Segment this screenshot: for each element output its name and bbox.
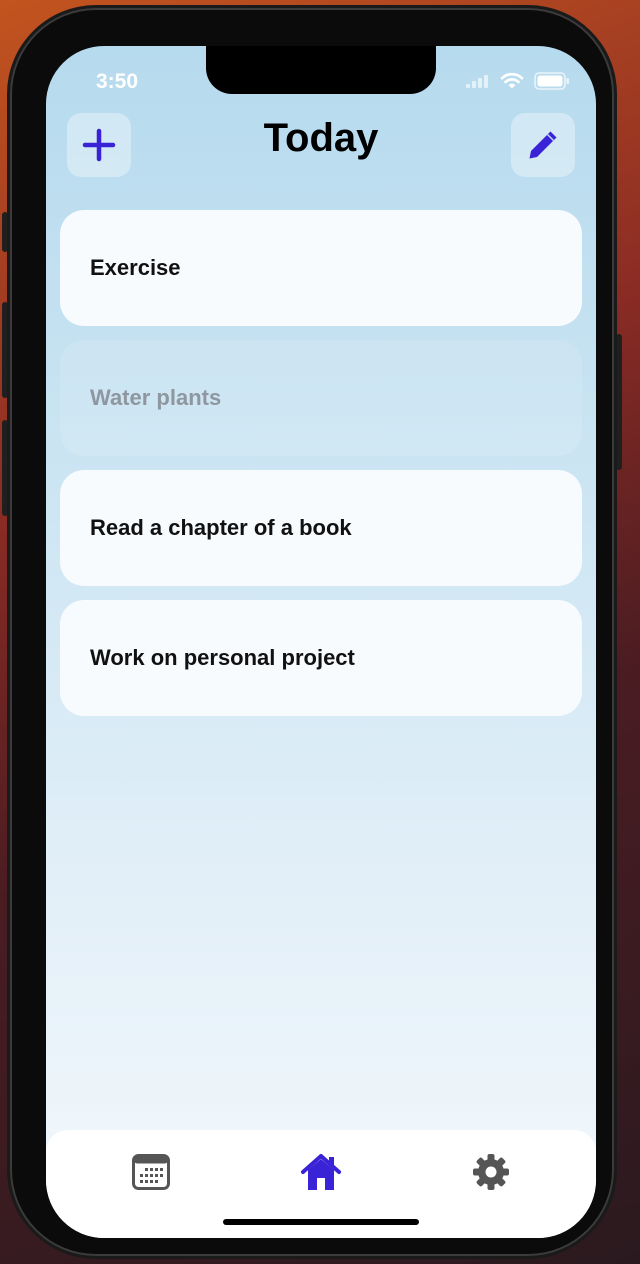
home-indicator [223,1219,419,1225]
task-label: Water plants [90,385,222,410]
signal-icon [466,75,488,88]
status-time: 3:50 [96,70,139,93]
pencil-icon [529,131,557,159]
edit-button[interactable] [511,113,575,177]
volume-down-button [2,420,8,516]
gear-icon [473,1154,509,1190]
task-label: Read a chapter of a book [90,515,352,540]
tab-home[interactable] [297,1148,345,1196]
mute-switch [2,212,8,252]
task-card[interactable]: Exercise [60,210,582,326]
task-list: Exercise Water plants Read a chapter of … [60,210,582,730]
task-card[interactable]: Work on personal project [60,600,582,716]
volume-up-button [2,302,8,398]
tab-calendar[interactable] [127,1148,175,1196]
app-screen: 3:50 Today Exercise Water plants Read a … [46,46,596,1238]
house-icon [301,1154,341,1190]
task-card-completed[interactable]: Water plants [60,340,582,456]
tab-settings[interactable] [467,1148,515,1196]
status-icons [466,72,570,90]
notch [206,46,436,94]
phone-frame: 3:50 Today Exercise Water plants Read a … [10,8,614,1256]
task-label: Exercise [90,255,181,280]
task-label: Work on personal project [90,645,355,670]
power-button [616,334,622,470]
battery-icon [534,72,569,90]
task-card[interactable]: Read a chapter of a book [60,470,582,586]
wifi-icon [500,72,524,89]
calendar-icon [132,1154,170,1190]
tab-bar [46,1130,596,1238]
